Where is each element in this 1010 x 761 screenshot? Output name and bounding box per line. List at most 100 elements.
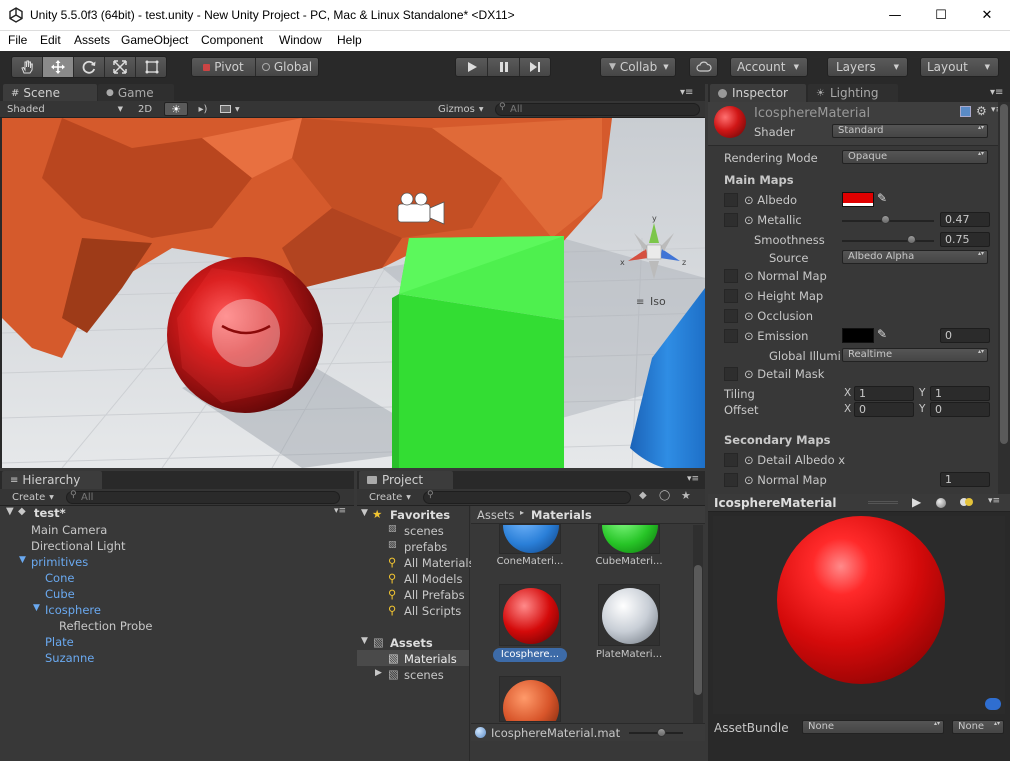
2d-toggle[interactable]: 2D [131, 102, 159, 116]
source-dropdown[interactable]: Albedo Alpha [842, 250, 988, 264]
albedo-texture-slot[interactable] [724, 193, 738, 207]
hierarchy-item-plate[interactable]: Plate [45, 635, 74, 649]
inspector-scrollbar[interactable] [998, 102, 1010, 494]
rotate-tool-button[interactable] [74, 57, 105, 77]
metallic-texture-slot[interactable] [724, 213, 738, 227]
tab-inspector[interactable]: Inspector [710, 84, 806, 102]
occlusion-texture-slot[interactable] [724, 309, 738, 323]
breadcrumb-assets[interactable]: Assets [477, 508, 514, 522]
favorite-prefabs[interactable]: prefabs [404, 540, 447, 554]
metallic-value-field[interactable]: 0.47 [940, 212, 990, 227]
favorite-all-materials[interactable]: All Materials [404, 556, 475, 570]
close-button[interactable]: ✕ [964, 0, 1010, 30]
shader-dropdown[interactable]: Standard [832, 124, 988, 138]
height-map-texture-slot[interactable] [724, 289, 738, 303]
favorites-label[interactable]: Favorites [390, 508, 450, 522]
asset-thumb-plate-material[interactable] [598, 584, 660, 646]
hierarchy-item-cone[interactable]: Cone [45, 571, 74, 585]
eyedropper-icon[interactable]: ✎ [877, 191, 887, 205]
menu-assets[interactable]: Assets [74, 33, 110, 47]
scene-name-label[interactable]: test* [34, 506, 66, 520]
hierarchy-search-input[interactable]: All [66, 491, 340, 504]
panel-menu-icon[interactable]: ▾≡ [687, 474, 699, 484]
expand-arrow-icon[interactable]: ▼ [6, 506, 14, 517]
offset-x-field[interactable]: 0 [854, 402, 914, 417]
folder-materials[interactable]: Materials [404, 652, 457, 666]
layout-dropdown[interactable]: Layout ▼ [920, 57, 999, 77]
light-color-icon[interactable] [965, 498, 973, 506]
favorite-all-prefabs[interactable]: All Prefabs [404, 588, 465, 602]
audio-toggle[interactable]: ▸) [192, 102, 214, 116]
asset-thumb-icosphere-material[interactable] [499, 584, 561, 646]
cube-object[interactable] [392, 236, 564, 468]
menu-edit[interactable]: Edit [40, 33, 61, 47]
project-create-dropdown[interactable]: Create ▼ [365, 490, 415, 504]
label-tag-icon[interactable]: ◯ [659, 490, 670, 501]
asset-thumb-suzanne-material[interactable] [499, 676, 561, 722]
scene-menu-icon[interactable]: ▾≡ [334, 506, 346, 516]
global-illumination-dropdown[interactable]: Realtime [842, 348, 988, 362]
expand-arrow-icon[interactable]: ▶ [375, 668, 382, 678]
eyedropper-icon[interactable]: ✎ [877, 327, 887, 341]
preview-viewport[interactable] [713, 516, 1005, 714]
minimize-button[interactable]: — [872, 0, 918, 30]
gizmos-dropdown[interactable]: Gizmos ▼ [434, 102, 488, 116]
lighting-toggle[interactable]: ☀ [164, 102, 188, 116]
preview-menu-icon[interactable]: ▾≡ [988, 496, 1000, 506]
rendering-mode-dropdown[interactable]: Opaque [842, 150, 988, 164]
sphere-preview-icon[interactable] [936, 498, 946, 508]
scale-tool-button[interactable] [105, 57, 136, 77]
asset-grid-scroll-thumb[interactable] [694, 565, 702, 695]
smoothness-value-field[interactable]: 0.75 [940, 232, 990, 247]
hierarchy-create-dropdown[interactable]: Create ▼ [8, 490, 58, 504]
offset-y-field[interactable]: 0 [930, 402, 990, 417]
tab-project[interactable]: Project [359, 471, 453, 489]
tiling-y-field[interactable]: 1 [930, 386, 990, 401]
secondary-normal-map-value-field[interactable]: 1 [940, 472, 990, 487]
thumbnail-size-knob[interactable] [657, 728, 666, 737]
thumbnail-size-slider[interactable] [629, 732, 683, 734]
pivot-toggle[interactable]: Pivot [192, 58, 256, 76]
global-toggle[interactable]: Global [256, 58, 318, 76]
tab-lighting[interactable]: ☀ Lighting [808, 84, 898, 102]
maximize-button[interactable]: ☐ [918, 0, 964, 30]
tab-scene[interactable]: # Scene [3, 84, 97, 102]
detail-mask-texture-slot[interactable] [724, 367, 738, 381]
iso-label[interactable]: Iso [650, 295, 666, 308]
tab-hierarchy[interactable]: ≡ Hierarchy [2, 471, 102, 489]
hierarchy-item-suzanne[interactable]: Suzanne [45, 651, 94, 665]
move-tool-button[interactable] [43, 57, 74, 77]
breadcrumb-materials[interactable]: Materials [531, 508, 592, 522]
asset-thumb-cube-material[interactable] [598, 524, 660, 554]
asset-bundle-variant-dropdown[interactable]: None [952, 720, 1004, 734]
play-icon[interactable]: ▶ [912, 495, 921, 509]
emission-texture-slot[interactable] [724, 329, 738, 343]
collab-dropdown[interactable]: ▼ Collab ▼ [600, 57, 676, 77]
hierarchy-item-primitives[interactable]: primitives [31, 555, 88, 569]
hierarchy-item-reflection-probe[interactable]: Reflection Probe [59, 619, 153, 633]
help-book-icon[interactable] [960, 106, 971, 117]
asset-label-plate-material[interactable]: PlateMateri... [584, 649, 674, 660]
panel-menu-icon[interactable]: ▾≡ [990, 87, 1003, 98]
drag-handle-icon[interactable] [868, 501, 898, 504]
hierarchy-item-icosphere[interactable]: Icosphere [45, 603, 101, 617]
albedo-color-swatch[interactable] [842, 192, 874, 207]
tag-icon[interactable] [985, 698, 1001, 710]
expand-arrow-icon[interactable]: ▼ [33, 603, 40, 613]
asset-label-cone-material[interactable]: ConeMateri... [485, 556, 575, 567]
folder-scenes[interactable]: scenes [404, 668, 444, 682]
rect-tool-button[interactable] [136, 57, 167, 77]
hierarchy-item-main-camera[interactable]: Main Camera [31, 523, 107, 537]
menu-file[interactable]: File [8, 33, 27, 47]
shading-mode-dropdown[interactable]: Shaded ▼ [3, 102, 127, 116]
expand-arrow-icon[interactable]: ▼ [361, 636, 368, 646]
asset-bundle-dropdown[interactable]: None [802, 720, 944, 734]
hierarchy-item-directional-light[interactable]: Directional Light [31, 539, 126, 553]
expand-arrow-icon[interactable]: ▼ [19, 555, 26, 565]
menu-gameobject[interactable]: GameObject [121, 33, 188, 47]
pause-button[interactable] [488, 58, 520, 76]
filter-type-icon[interactable]: ◆ [639, 490, 647, 501]
favorite-star-icon[interactable]: ★ [681, 489, 691, 502]
inspector-scroll-thumb[interactable] [1000, 104, 1008, 444]
account-dropdown[interactable]: Account ▼ [730, 57, 808, 77]
